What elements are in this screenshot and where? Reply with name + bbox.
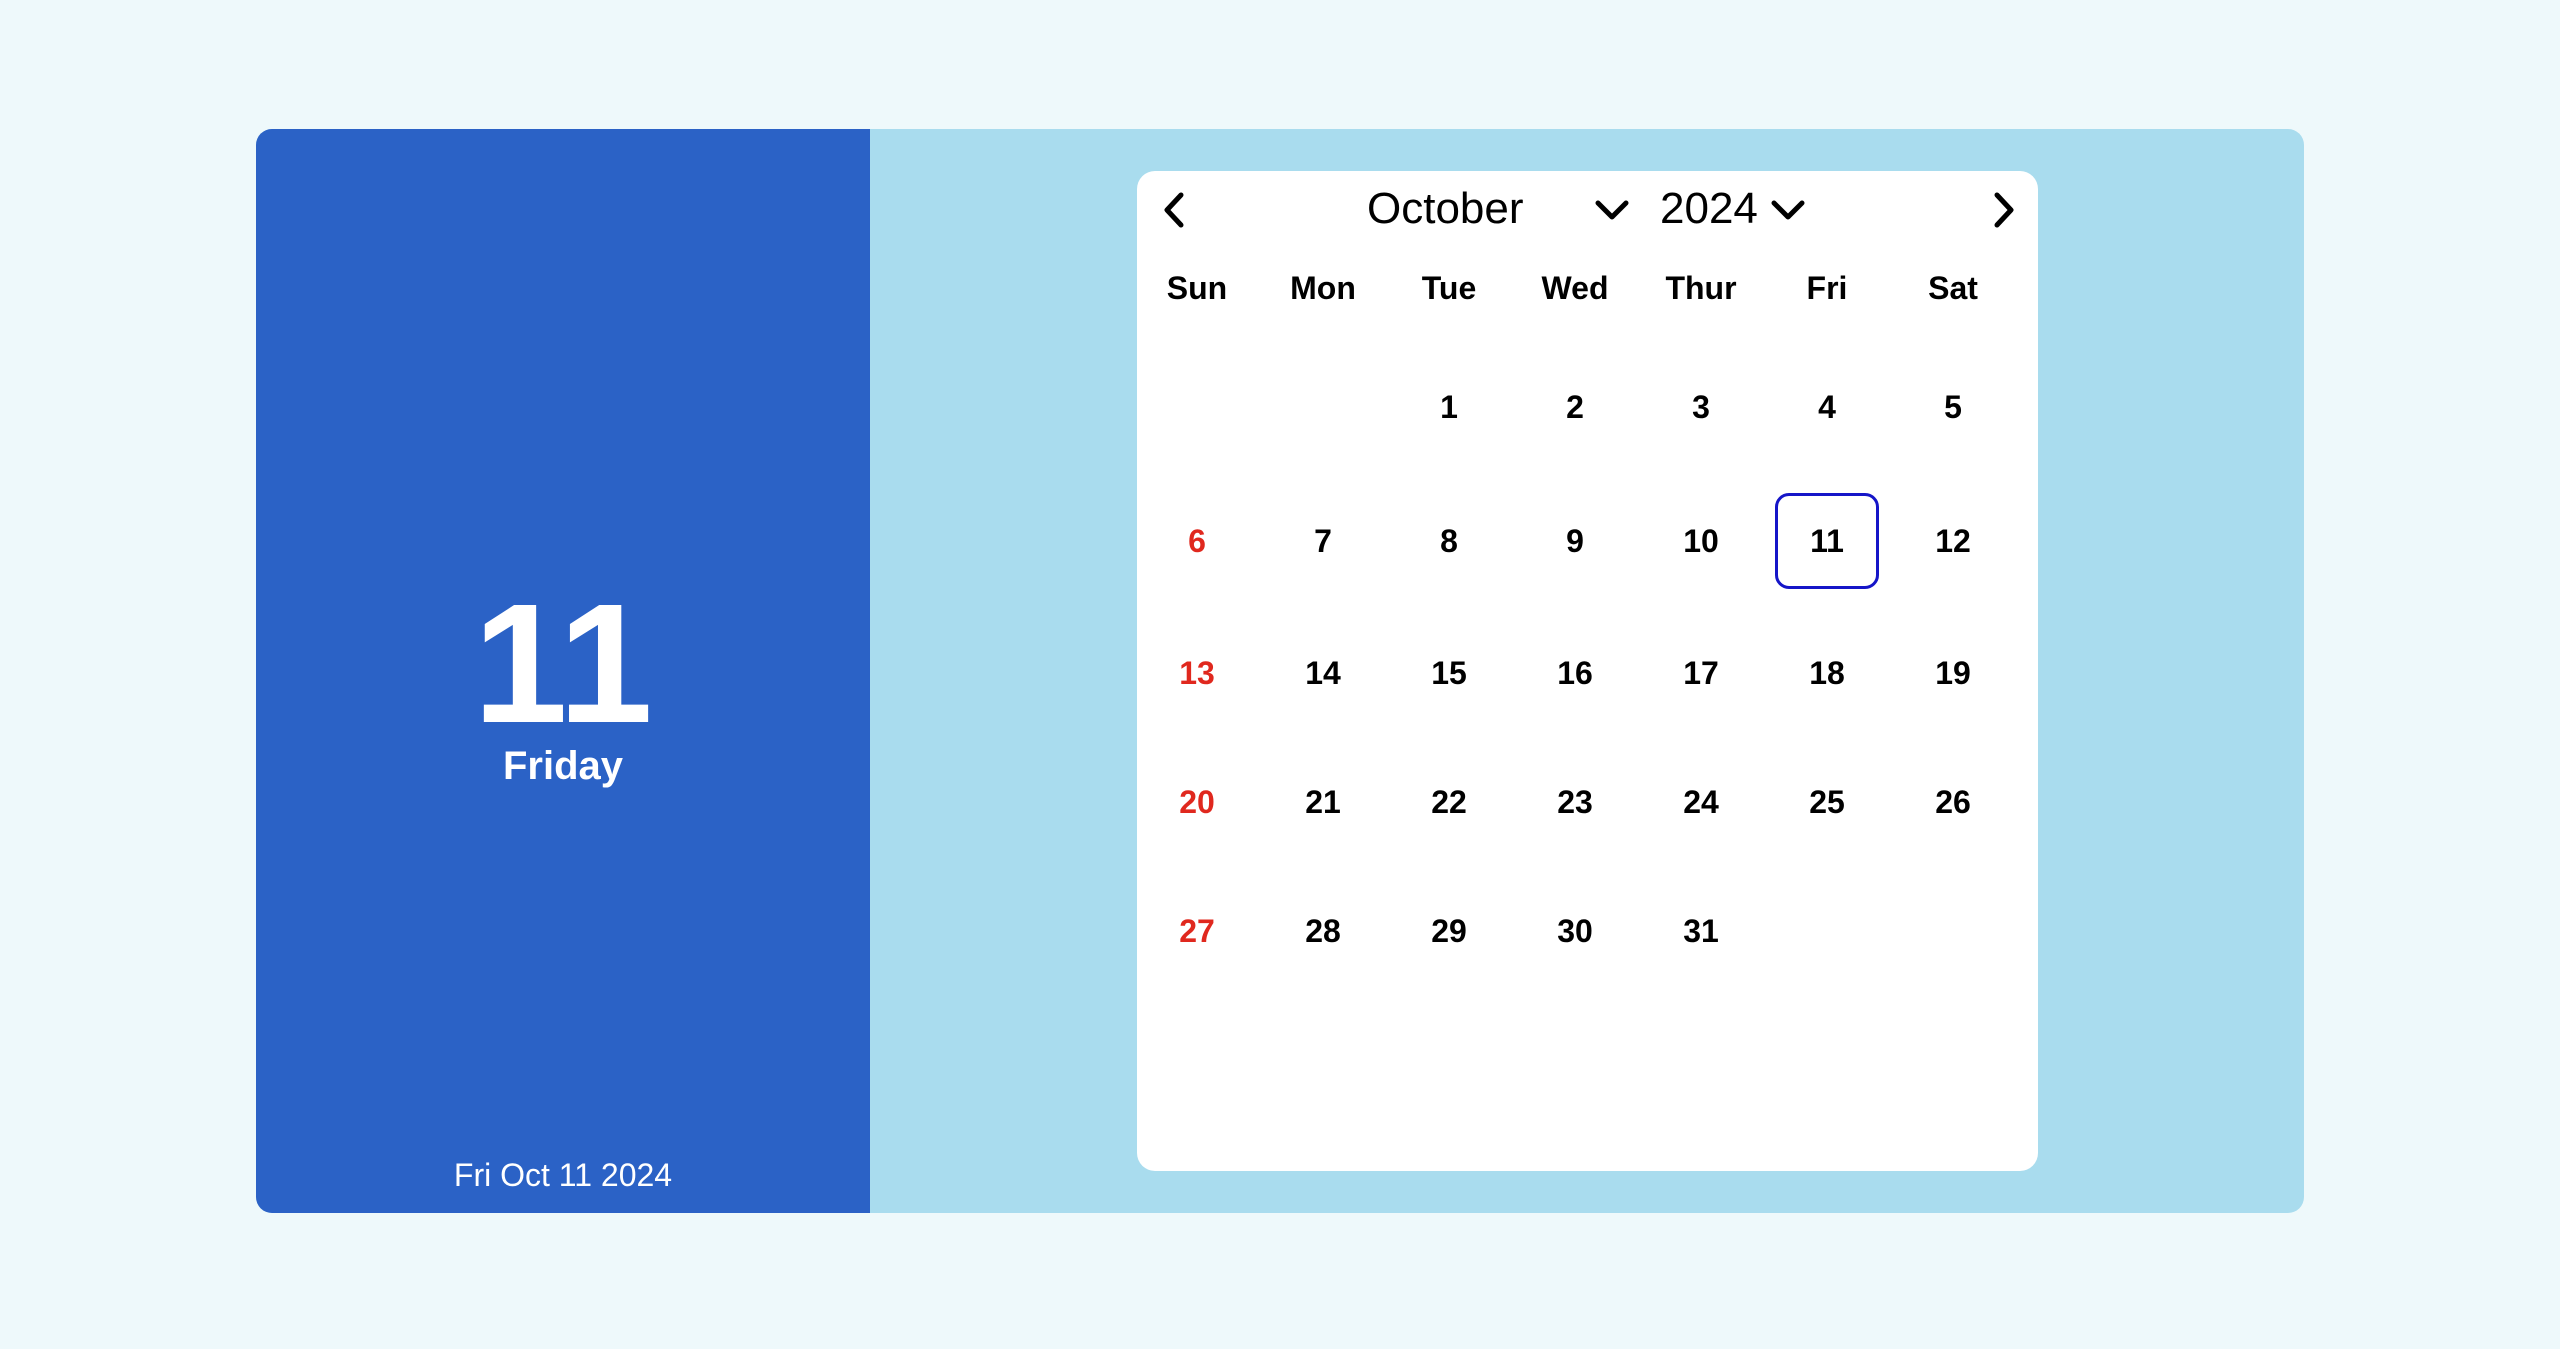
- day-cell-18[interactable]: 18: [1775, 625, 1879, 721]
- day-cell-28[interactable]: 28: [1271, 883, 1375, 979]
- day-cell-5[interactable]: 5: [1901, 359, 2005, 455]
- chevron-down-icon: [1771, 200, 1805, 220]
- calendar-widget: October 2024 Sun Mon Tue Wed Thur Fri Sat 1234…: [1137, 171, 2038, 1171]
- day-cell-30[interactable]: 30: [1523, 883, 1627, 979]
- day-cell-2[interactable]: 2: [1523, 359, 1627, 455]
- day-cell-6[interactable]: 6: [1145, 493, 1249, 589]
- weekday-header-sun: Sun: [1166, 270, 1228, 306]
- selected-day-number: 11: [473, 569, 653, 759]
- day-cell-1[interactable]: 1: [1397, 359, 1501, 455]
- calendar-card: 11 Friday Fri Oct 11 2024 October 2024 S…: [256, 129, 2304, 1213]
- selected-weekday: Friday: [502, 744, 624, 788]
- day-cell-23[interactable]: 23: [1523, 754, 1627, 850]
- month-label: October: [1367, 184, 1524, 233]
- day-cell-19[interactable]: 19: [1901, 625, 2005, 721]
- day-cell-25[interactable]: 25: [1775, 754, 1879, 850]
- selected-date-panel: 11 Friday Fri Oct 11 2024: [256, 129, 870, 1213]
- day-cell-22[interactable]: 22: [1397, 754, 1501, 850]
- weekday-header-fri: Fri: [1806, 270, 1848, 306]
- next-month-button[interactable]: [1977, 185, 2027, 235]
- day-cell-31[interactable]: 31: [1649, 883, 1753, 979]
- day-cell-14[interactable]: 14: [1271, 625, 1375, 721]
- day-cell-8[interactable]: 8: [1397, 493, 1501, 589]
- selected-full-date: Fri Oct 11 2024: [453, 1157, 673, 1193]
- chevron-down-icon: [1595, 200, 1629, 220]
- weekday-header-mon: Mon: [1290, 270, 1356, 306]
- weekday-header-sat: Sat: [1928, 270, 1978, 306]
- day-cell-20[interactable]: 20: [1145, 754, 1249, 850]
- year-select[interactable]: 2024: [1660, 179, 1820, 239]
- day-cell-16[interactable]: 16: [1523, 625, 1627, 721]
- weekday-header-tue: Tue: [1421, 270, 1477, 306]
- day-cell-24[interactable]: 24: [1649, 754, 1753, 850]
- day-cell-10[interactable]: 10: [1649, 493, 1753, 589]
- day-cell-7[interactable]: 7: [1271, 493, 1375, 589]
- day-cell-13[interactable]: 13: [1145, 625, 1249, 721]
- day-cell-11[interactable]: 11: [1775, 493, 1879, 589]
- day-cell-9[interactable]: 9: [1523, 493, 1627, 589]
- chevron-left-icon: [1164, 192, 1184, 228]
- day-cell-15[interactable]: 15: [1397, 625, 1501, 721]
- day-cell-4[interactable]: 4: [1775, 359, 1879, 455]
- month-select[interactable]: October: [1367, 179, 1637, 239]
- day-cell-3[interactable]: 3: [1649, 359, 1753, 455]
- day-cell-26[interactable]: 26: [1901, 754, 2005, 850]
- weekday-header-row: Sun Mon Tue Wed Thur Fri Sat: [1137, 263, 2038, 313]
- day-cell-29[interactable]: 29: [1397, 883, 1501, 979]
- day-cell-17[interactable]: 17: [1649, 625, 1753, 721]
- day-cell-12[interactable]: 12: [1901, 493, 2005, 589]
- weekday-header-wed: Wed: [1541, 270, 1609, 306]
- chevron-right-icon: [1994, 192, 2014, 228]
- weekday-header-thur: Thur: [1665, 270, 1737, 306]
- day-cell-21[interactable]: 21: [1271, 754, 1375, 850]
- previous-month-button[interactable]: [1151, 185, 1201, 235]
- day-cell-27[interactable]: 27: [1145, 883, 1249, 979]
- year-label: 2024: [1660, 184, 1758, 233]
